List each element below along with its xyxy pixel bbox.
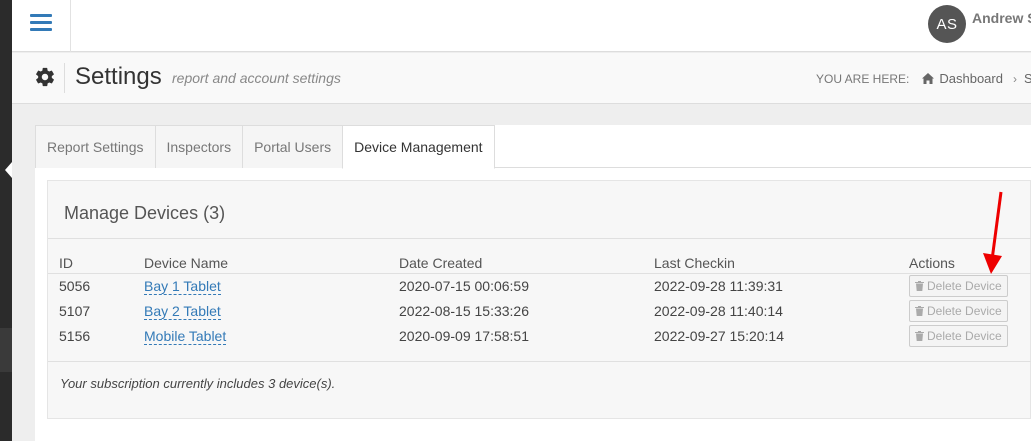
top-navbar: AS Andrew S	[12, 0, 1031, 52]
trash-icon	[915, 280, 924, 291]
breadcrumb-dashboard-link[interactable]: Dashboard	[939, 71, 1003, 86]
manage-devices-footer: Your subscription currently includes 3 d…	[48, 361, 1031, 418]
trash-icon	[915, 305, 924, 316]
delete-device-button[interactable]: Delete Device	[909, 299, 1008, 322]
device-name-link[interactable]: Mobile Tablet	[144, 327, 227, 345]
tab-report-settings[interactable]: Report Settings	[35, 125, 156, 168]
column-header-date-created: Date Created	[399, 249, 654, 274]
hamburger-icon	[30, 12, 52, 33]
device-date-created: 2020-09-09 17:58:51	[399, 327, 529, 344]
header-divider	[64, 63, 65, 93]
manage-devices-box: Manage Devices (3) ID Device Name Date C…	[47, 180, 1031, 419]
red-annotation-arrow-icon	[983, 191, 1003, 274]
device-last-checkin: 2022-09-28 11:40:14	[654, 302, 783, 319]
breadcrumb-current[interactable]: S	[1024, 71, 1031, 86]
device-date-created: 2022-08-15 15:33:26	[399, 302, 529, 319]
home-icon	[922, 73, 935, 84]
column-header-last-checkin: Last Checkin	[654, 249, 909, 274]
tab-inspectors[interactable]: Inspectors	[154, 125, 244, 168]
trash-icon	[915, 330, 924, 341]
device-name-link[interactable]: Bay 1 Tablet	[144, 277, 221, 295]
sidebar-collapse-icon[interactable]	[5, 162, 12, 178]
delete-device-label: Delete Device	[927, 328, 1002, 343]
manage-devices-title: Manage Devices (3)	[64, 203, 226, 223]
settings-panel: Report Settings Inspectors Portal Users …	[35, 125, 1031, 441]
tab-portal-users[interactable]: Portal Users	[242, 125, 344, 168]
device-last-checkin: 2022-09-27 15:20:14	[654, 327, 784, 344]
avatar[interactable]: AS	[928, 5, 966, 43]
sidebar-rail	[0, 0, 12, 441]
column-header-device-name: Device Name	[144, 249, 399, 274]
breadcrumb-separator-icon: ›	[1012, 71, 1017, 86]
breadcrumb-prefix: YOU ARE HERE:	[816, 71, 910, 86]
sidebar-active-band	[0, 328, 12, 372]
device-id: 5056	[59, 277, 91, 294]
table-header-row: ID Device Name Date Created Last Checkin…	[48, 249, 1031, 274]
breadcrumb: YOU ARE HERE: Dashboard › S	[816, 71, 1031, 86]
device-last-checkin: 2022-09-28 11:39:31	[654, 277, 783, 294]
gear-icon	[36, 67, 54, 87]
delete-device-button[interactable]: Delete Device	[909, 274, 1008, 297]
settings-tabs: Report Settings Inspectors Portal Users …	[35, 125, 1031, 169]
tab-device-management[interactable]: Device Management	[342, 125, 495, 169]
table-row: 5056 Bay 1 Tablet 2020-07-15 00:06:59 20…	[48, 273, 1031, 298]
delete-device-label: Delete Device	[927, 278, 1002, 293]
device-id: 5107	[59, 302, 91, 319]
delete-device-label: Delete Device	[927, 303, 1002, 318]
page-header: Settings report and account settings YOU…	[12, 53, 1031, 104]
device-id: 5156	[59, 327, 91, 344]
user-name[interactable]: Andrew S	[972, 10, 1031, 26]
delete-device-button[interactable]: Delete Device	[909, 324, 1008, 347]
table-row: 5156 Mobile Tablet 2020-09-09 17:58:51 2…	[48, 323, 1031, 348]
column-header-id: ID	[48, 249, 144, 274]
device-date-created: 2020-07-15 00:06:59	[399, 277, 529, 294]
subscription-note: Your subscription currently includes 3 d…	[60, 376, 336, 391]
menu-toggle-button[interactable]	[12, 0, 71, 52]
table-row: 5107 Bay 2 Tablet 2022-08-15 15:33:26 20…	[48, 298, 1031, 323]
devices-table: ID Device Name Date Created Last Checkin…	[48, 249, 1031, 348]
column-header-actions: Actions	[909, 249, 1031, 274]
page-subtitle: report and account settings	[172, 70, 341, 86]
user-menu[interactable]: AS Andrew S	[928, 5, 1031, 43]
page-title: Settings	[75, 63, 162, 90]
manage-devices-header: Manage Devices (3)	[48, 181, 1031, 239]
device-name-link[interactable]: Bay 2 Tablet	[144, 302, 221, 320]
